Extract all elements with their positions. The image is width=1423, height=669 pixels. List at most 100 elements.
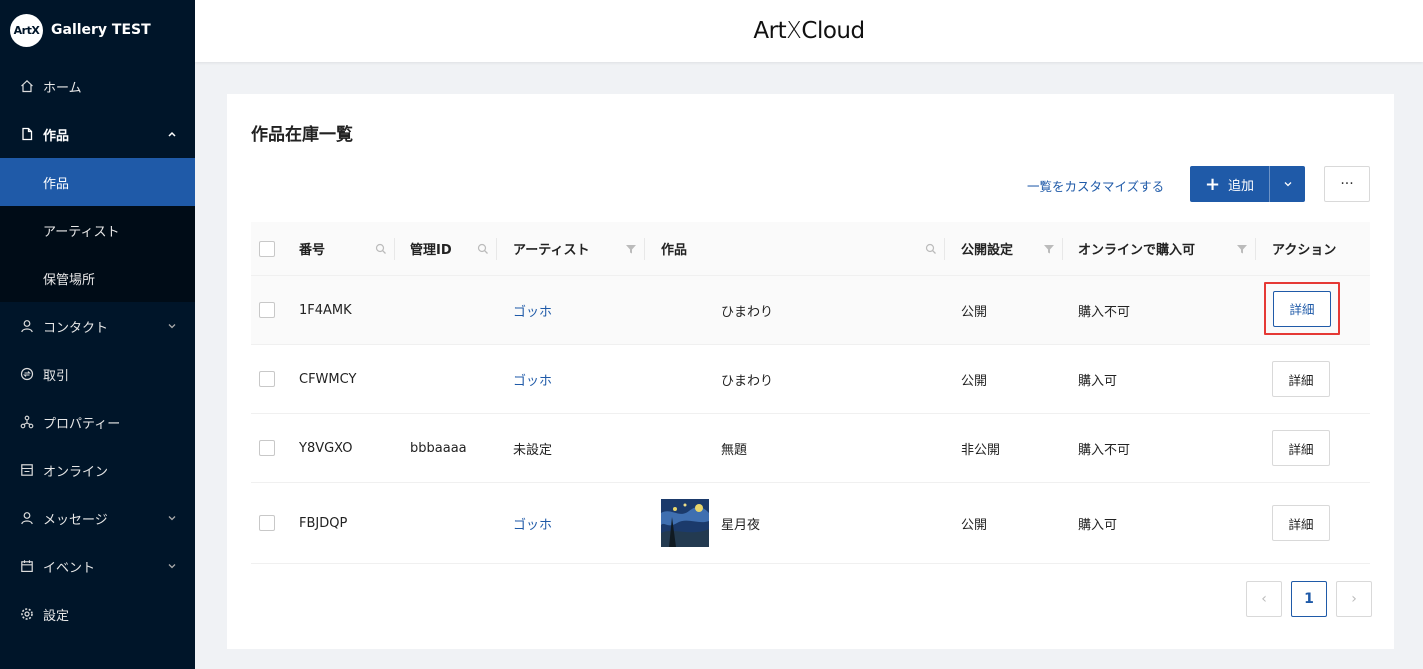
search-icon[interactable] — [925, 243, 937, 255]
detail-button[interactable]: 詳細 — [1272, 430, 1330, 466]
sidebar-item-settings[interactable]: 設定 — [0, 590, 195, 638]
sidebar-item-label: 作品 — [43, 176, 70, 192]
col-number-label: 番号 — [299, 243, 326, 258]
col-online[interactable]: オンラインで購入可 — [1063, 222, 1256, 275]
row-checkbox-cell — [259, 345, 275, 413]
col-work[interactable]: 作品 — [645, 222, 945, 275]
sidebar-item-events[interactable]: イベント — [0, 542, 195, 590]
filter-icon[interactable] — [1236, 243, 1248, 255]
logo-left: Art — [753, 18, 787, 44]
sidebar-subitem-artists[interactable]: アーティスト — [0, 206, 195, 254]
col-online-label: オンラインで購入可 — [1078, 243, 1196, 258]
cell-number: Y8VGXO — [299, 440, 353, 456]
sidebar-item-label: アーティスト — [43, 224, 120, 240]
add-button[interactable]: + 追加 — [1190, 166, 1270, 202]
sidebar: ArtX Gallery TEST ホーム 作品 作品 アーティスト 保管場所 — [0, 0, 195, 669]
sidebar-item-works[interactable]: 作品 — [0, 110, 195, 158]
col-public[interactable]: 公開設定 — [945, 222, 1063, 275]
detail-button[interactable]: 詳細 — [1272, 361, 1330, 397]
table-row[interactable]: CFWMCY ゴッホ ひまわり 公開 購入可 詳細 — [251, 345, 1370, 414]
col-public-label: 公開設定 — [961, 243, 1014, 258]
sidebar-item-home[interactable]: ホーム — [0, 62, 195, 110]
cell-work: 星月夜 — [661, 483, 760, 563]
works-submenu: 作品 アーティスト 保管場所 — [0, 158, 195, 302]
cell-number: 1F4AMK — [299, 302, 352, 318]
sidebar-menu: ホーム 作品 作品 アーティスト 保管場所 コンタクト 取引 プロパティー オン… — [0, 62, 195, 638]
sidebar-item-properties[interactable]: プロパティー — [0, 398, 195, 446]
col-artist-label: アーティスト — [513, 243, 590, 258]
table-row[interactable]: 1F4AMK ゴッホ ひまわり 公開 購入不可 詳細 — [251, 276, 1370, 345]
row-checkbox-cell — [259, 414, 275, 482]
brand-name: Gallery TEST — [51, 22, 151, 38]
row-checkbox[interactable] — [259, 302, 275, 318]
col-number[interactable]: 番号 — [289, 222, 395, 275]
row-checkbox-cell — [259, 483, 275, 563]
user-icon — [20, 319, 34, 333]
filter-icon[interactable] — [1043, 243, 1055, 255]
sidebar-item-label: ホーム — [43, 80, 82, 96]
cell-work: ひまわり — [721, 373, 774, 389]
cell-public: 公開 — [961, 517, 988, 533]
col-work-label: 作品 — [661, 243, 688, 258]
add-button-label: 追加 — [1228, 178, 1255, 194]
cell-number: CFWMCY — [299, 371, 357, 387]
prev-page-button[interactable]: ‹ — [1246, 581, 1282, 617]
gear-icon — [20, 607, 34, 621]
cell-public: 公開 — [961, 373, 988, 389]
col-manage-id[interactable]: 管理ID — [395, 222, 497, 275]
table-header: 番号 管理ID アーティスト 作品 公開設定 オンラインで購入可 アクション — [251, 222, 1370, 276]
cell-artist-link[interactable]: ゴッホ — [513, 276, 552, 344]
artxcloud-logo[interactable]: ArtXCloud — [753, 18, 865, 44]
search-icon[interactable] — [375, 243, 387, 255]
col-action-label: アクション — [1272, 243, 1337, 258]
next-page-button[interactable]: › — [1336, 581, 1372, 617]
brand[interactable]: ArtX Gallery TEST — [0, 0, 195, 60]
action-cell: 詳細 — [1272, 414, 1330, 482]
table-row[interactable]: Y8VGXO bbbaaaa 未設定 無題 非公開 購入不可 詳細 — [251, 414, 1370, 483]
sidebar-item-label: 作品 — [43, 128, 70, 144]
sidebar-item-label: メッセージ — [43, 512, 108, 528]
cell-artist-link[interactable]: ゴッホ — [513, 345, 552, 413]
chevron-down-icon — [168, 324, 176, 329]
cell-artist-link[interactable]: ゴッホ — [513, 483, 552, 563]
sidebar-item-messages[interactable]: メッセージ — [0, 494, 195, 542]
cell-work: 無題 — [721, 442, 748, 458]
cell-public: 非公開 — [961, 442, 1001, 458]
sidebar-item-transactions[interactable]: 取引 — [0, 350, 195, 398]
action-cell: 詳細 — [1272, 345, 1330, 413]
brand-logo: ArtX — [10, 13, 43, 47]
row-checkbox[interactable] — [259, 440, 275, 456]
more-options-button[interactable]: ··· — [1324, 166, 1370, 202]
sidebar-item-label: オンライン — [43, 464, 109, 480]
cell-online: 購入可 — [1078, 373, 1118, 389]
cell-public: 公開 — [961, 304, 988, 320]
sidebar-item-online[interactable]: オンライン — [0, 446, 195, 494]
cell-work: ひまわり — [721, 304, 774, 320]
table-row[interactable]: FBJDQP ゴッホ 星月夜 公開 購入可 詳細 — [251, 483, 1370, 564]
transaction-icon — [20, 367, 34, 381]
add-dropdown-button[interactable] — [1270, 166, 1305, 202]
detail-button[interactable]: 詳細 — [1272, 505, 1330, 541]
inventory-table: 番号 管理ID アーティスト 作品 公開設定 オンラインで購入可 アクション 1… — [251, 222, 1370, 564]
sidebar-item-contacts[interactable]: コンタクト — [0, 302, 195, 350]
search-icon[interactable] — [477, 243, 489, 255]
chevron-up-icon — [168, 131, 176, 137]
artwork-thumbnail[interactable] — [661, 499, 709, 547]
col-artist[interactable]: アーティスト — [497, 222, 645, 275]
header-checkbox-cell — [259, 222, 289, 275]
select-all-checkbox[interactable] — [259, 240, 275, 257]
sidebar-item-label: イベント — [43, 560, 96, 576]
sidebar-subitem-storage[interactable]: 保管場所 — [0, 254, 195, 302]
row-checkbox[interactable] — [259, 371, 275, 387]
inventory-card: 作品在庫一覧 一覧をカスタマイズする + 追加 ··· 番号 管理ID アーティ… — [227, 94, 1394, 649]
sidebar-subitem-works[interactable]: 作品 — [0, 158, 195, 206]
pagination: ‹ 1 › — [1246, 581, 1372, 617]
row-checkbox-cell — [259, 276, 275, 344]
sidebar-item-label: 取引 — [43, 368, 70, 384]
customize-list-link[interactable]: 一覧をカスタマイズする — [1027, 176, 1164, 195]
page-1-button[interactable]: 1 — [1291, 581, 1327, 617]
detail-button[interactable]: 詳細 — [1273, 290, 1331, 327]
sidebar-item-label: プロパティー — [43, 416, 121, 432]
filter-icon[interactable] — [625, 243, 637, 255]
row-checkbox[interactable] — [259, 515, 275, 531]
